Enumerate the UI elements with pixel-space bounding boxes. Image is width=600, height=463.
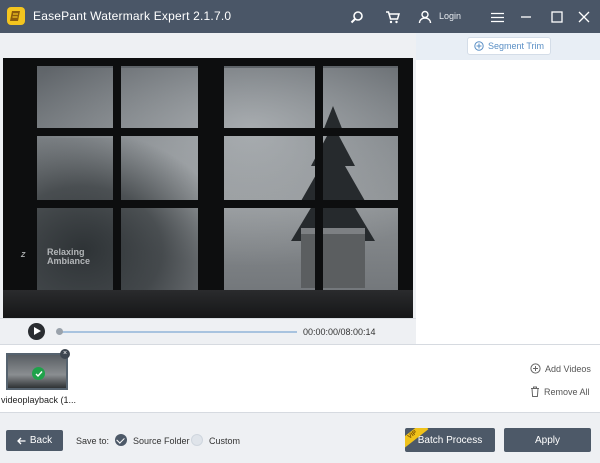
batch-process-label: Batch Process [417, 434, 483, 446]
app-title: EasePant Watermark Expert 2.1.7.0 [33, 9, 232, 23]
source-folder-label[interactable]: Source Folder [133, 436, 190, 446]
add-videos-button[interactable]: Add Videos [530, 363, 591, 374]
close-icon[interactable] [575, 8, 593, 26]
check-icon [32, 367, 45, 380]
apply-button[interactable]: Apply [504, 428, 591, 452]
maximize-icon[interactable] [548, 8, 566, 26]
time-display: 00:00:00/08:00:14 [303, 327, 376, 337]
user-icon[interactable] [416, 8, 434, 26]
play-button[interactable] [28, 323, 45, 340]
window-sill [3, 290, 413, 320]
cart-icon[interactable] [383, 8, 401, 26]
title-bar: EasePant Watermark Expert 2.1.7.0 Login [0, 0, 600, 33]
search-icon[interactable] [348, 8, 366, 26]
player-bar: 00:00:00/08:00:14 [0, 318, 416, 344]
menu-icon[interactable] [488, 8, 506, 26]
segment-trim-button[interactable]: Segment Trim [467, 37, 551, 55]
window-frame-top [3, 58, 413, 66]
batch-process-button[interactable]: VIP Batch Process [405, 428, 495, 452]
plus-circle-icon [474, 41, 484, 51]
easepant-logo-icon [7, 7, 25, 25]
preview-area: Z Relaxing Ambiance [0, 33, 416, 344]
video-preview[interactable]: Z Relaxing Ambiance [3, 58, 413, 320]
bottom-bar: Back Save to: Source Folder Custom VIP B… [0, 412, 600, 463]
minimize-icon[interactable] [517, 8, 535, 26]
window-frame-right [398, 58, 413, 320]
segment-panel: Segment Trim [416, 33, 600, 344]
window-frame-left [3, 58, 37, 320]
progress-handle[interactable] [55, 328, 63, 335]
window-bar-v2 [315, 58, 323, 290]
back-button[interactable]: Back [6, 430, 63, 451]
remove-file-icon[interactable]: × [60, 349, 70, 359]
back-label: Back [29, 435, 53, 446]
watermark-prefix: Z [21, 252, 26, 259]
custom-radio[interactable] [191, 434, 203, 446]
remove-all-button[interactable]: Remove All [530, 386, 590, 397]
video-thumbnail[interactable] [6, 353, 68, 390]
file-name: videoplayback (1... [1, 395, 77, 405]
custom-label[interactable]: Custom [209, 436, 240, 446]
segment-header: Segment Trim [416, 33, 600, 60]
source-folder-radio[interactable] [115, 434, 127, 446]
watermark-text: Relaxing Ambiance [47, 247, 91, 266]
segment-trim-label: Segment Trim [487, 41, 545, 51]
progress-track[interactable] [59, 331, 297, 333]
apply-label: Apply [534, 434, 560, 446]
window-frame-center [198, 58, 224, 320]
save-to-label: Save to: [76, 436, 110, 446]
window-bar-h2 [37, 200, 413, 208]
scene-hills [23, 138, 223, 298]
add-videos-label: Add Videos [545, 363, 591, 374]
file-list: × videoplayback (1... Add Videos Remove … [0, 344, 600, 412]
trash-icon [531, 386, 539, 397]
login-link[interactable]: Login [439, 11, 461, 21]
remove-all-label: Remove All [544, 386, 590, 397]
window-bar-h1 [37, 128, 413, 136]
arrow-left-icon [16, 437, 26, 444]
plus-circle-icon [530, 363, 541, 374]
